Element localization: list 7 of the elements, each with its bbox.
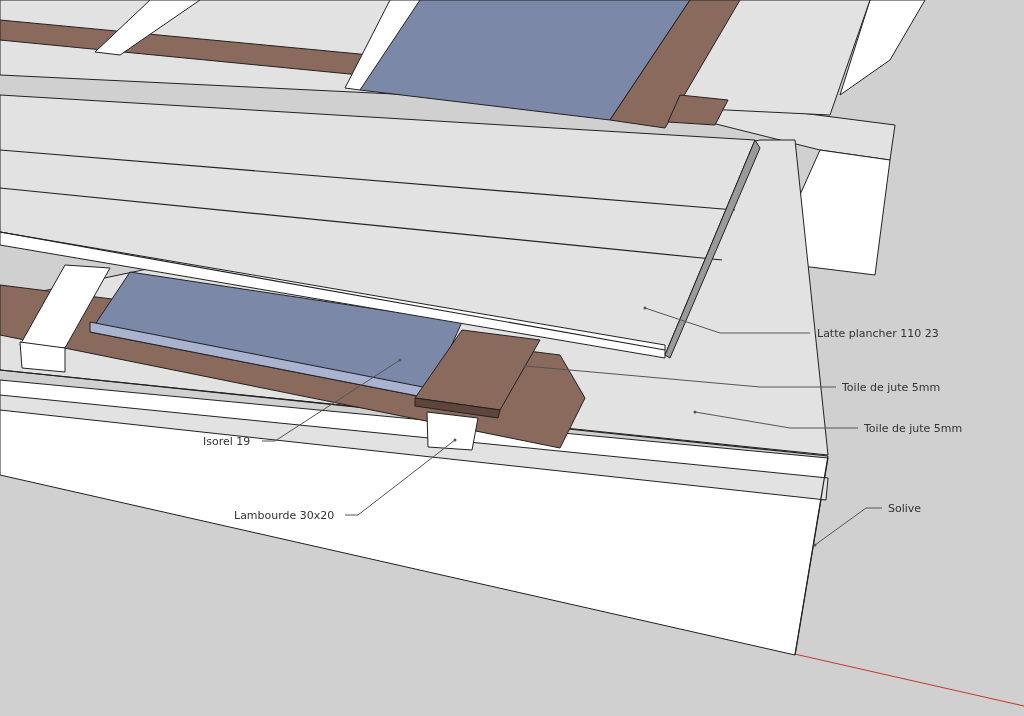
dimension-label: Isorel 19 — [203, 435, 251, 448]
dimension-label: Lambourde 30x20 — [234, 509, 335, 522]
dimension-label: Toile de jute 5mm — [842, 381, 941, 394]
dimension-label: Toile de jute 5mm — [864, 422, 963, 435]
dimension-label: Latte plancher 110 23 — [817, 327, 939, 340]
dimension-label: Solive — [888, 502, 922, 515]
leader-line — [813, 507, 883, 547]
